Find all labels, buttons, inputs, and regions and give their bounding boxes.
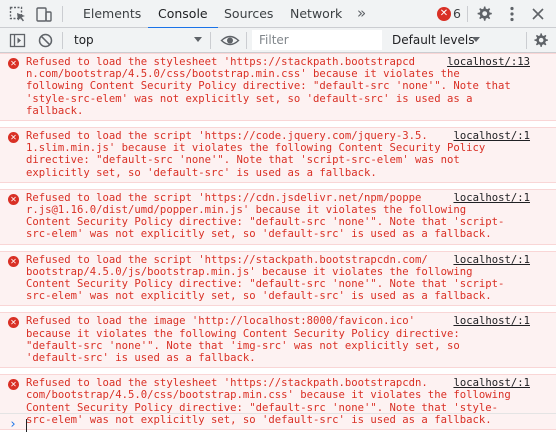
error-icon: ✕ <box>8 58 19 69</box>
tab-console[interactable]: Console <box>148 0 218 29</box>
error-count[interactable]: 6 <box>453 0 461 28</box>
text-caret <box>26 419 27 432</box>
live-expression-eye-icon[interactable] <box>220 32 240 49</box>
chevron-down-icon[interactable] <box>472 37 480 42</box>
divider <box>210 32 211 49</box>
source-link[interactable]: localhost/:1 <box>447 130 530 143</box>
log-levels-dropdown[interactable]: Default levels <box>392 28 474 53</box>
error-icon: ✕ <box>8 317 19 329</box>
source-link[interactable]: localhost/:1 <box>447 377 530 390</box>
inspect-element-icon[interactable] <box>8 4 28 24</box>
console-messages: ✕ Refused to load the stylesheet 'https:… <box>0 53 556 431</box>
close-devtools-icon[interactable] <box>528 4 548 24</box>
more-tabs-button[interactable]: » <box>357 0 366 28</box>
filter-input[interactable] <box>252 30 382 50</box>
console-toolbar: top Default levels <box>0 28 556 53</box>
console-error-message: ✕ Refused to load the script 'https://st… <box>0 250 556 307</box>
more-options-icon[interactable] <box>502 4 522 24</box>
devtools-tab-bar: Elements Console Sources Network » ✕ 6 <box>0 0 556 29</box>
divider <box>62 32 63 49</box>
divider <box>246 32 247 49</box>
tab-network[interactable]: Network <box>290 0 342 28</box>
error-count-icon[interactable]: ✕ <box>437 7 451 21</box>
prompt-chevron-icon: › <box>9 417 17 432</box>
source-link[interactable]: localhost/:1 <box>447 315 530 328</box>
chevron-down-icon[interactable] <box>194 37 202 42</box>
error-icon: ✕ <box>8 379 19 391</box>
console-error-message: ✕ Refused to load the script 'https://co… <box>0 127 556 183</box>
divider <box>62 6 63 22</box>
clear-console-icon[interactable] <box>37 32 54 49</box>
tab-sources[interactable]: Sources <box>224 0 273 28</box>
source-link[interactable]: localhost/:1 <box>447 191 530 205</box>
device-toolbar-icon[interactable] <box>34 4 54 24</box>
source-link[interactable]: localhost/:13 <box>441 56 530 69</box>
settings-gear-icon[interactable] <box>474 4 494 24</box>
divider <box>467 6 468 22</box>
error-icon: ✕ <box>8 193 19 205</box>
error-icon: ✕ <box>8 132 19 144</box>
console-error-message: ✕ Refused to load the script 'https://cd… <box>0 188 556 245</box>
divider <box>526 32 527 49</box>
error-icon: ✕ <box>8 255 19 267</box>
console-settings-gear-icon[interactable] <box>531 31 550 50</box>
show-sidebar-icon[interactable] <box>9 32 26 49</box>
console-error-message: ✕ Refused to load the stylesheet 'https:… <box>0 53 556 122</box>
tab-elements[interactable]: Elements <box>83 0 141 28</box>
console-prompt[interactable]: › <box>0 413 556 435</box>
console-error-message: ✕ Refused to load the image 'http://loca… <box>0 312 556 369</box>
source-link[interactable]: localhost/:1 <box>447 253 530 266</box>
context-selector[interactable]: top <box>74 28 94 53</box>
